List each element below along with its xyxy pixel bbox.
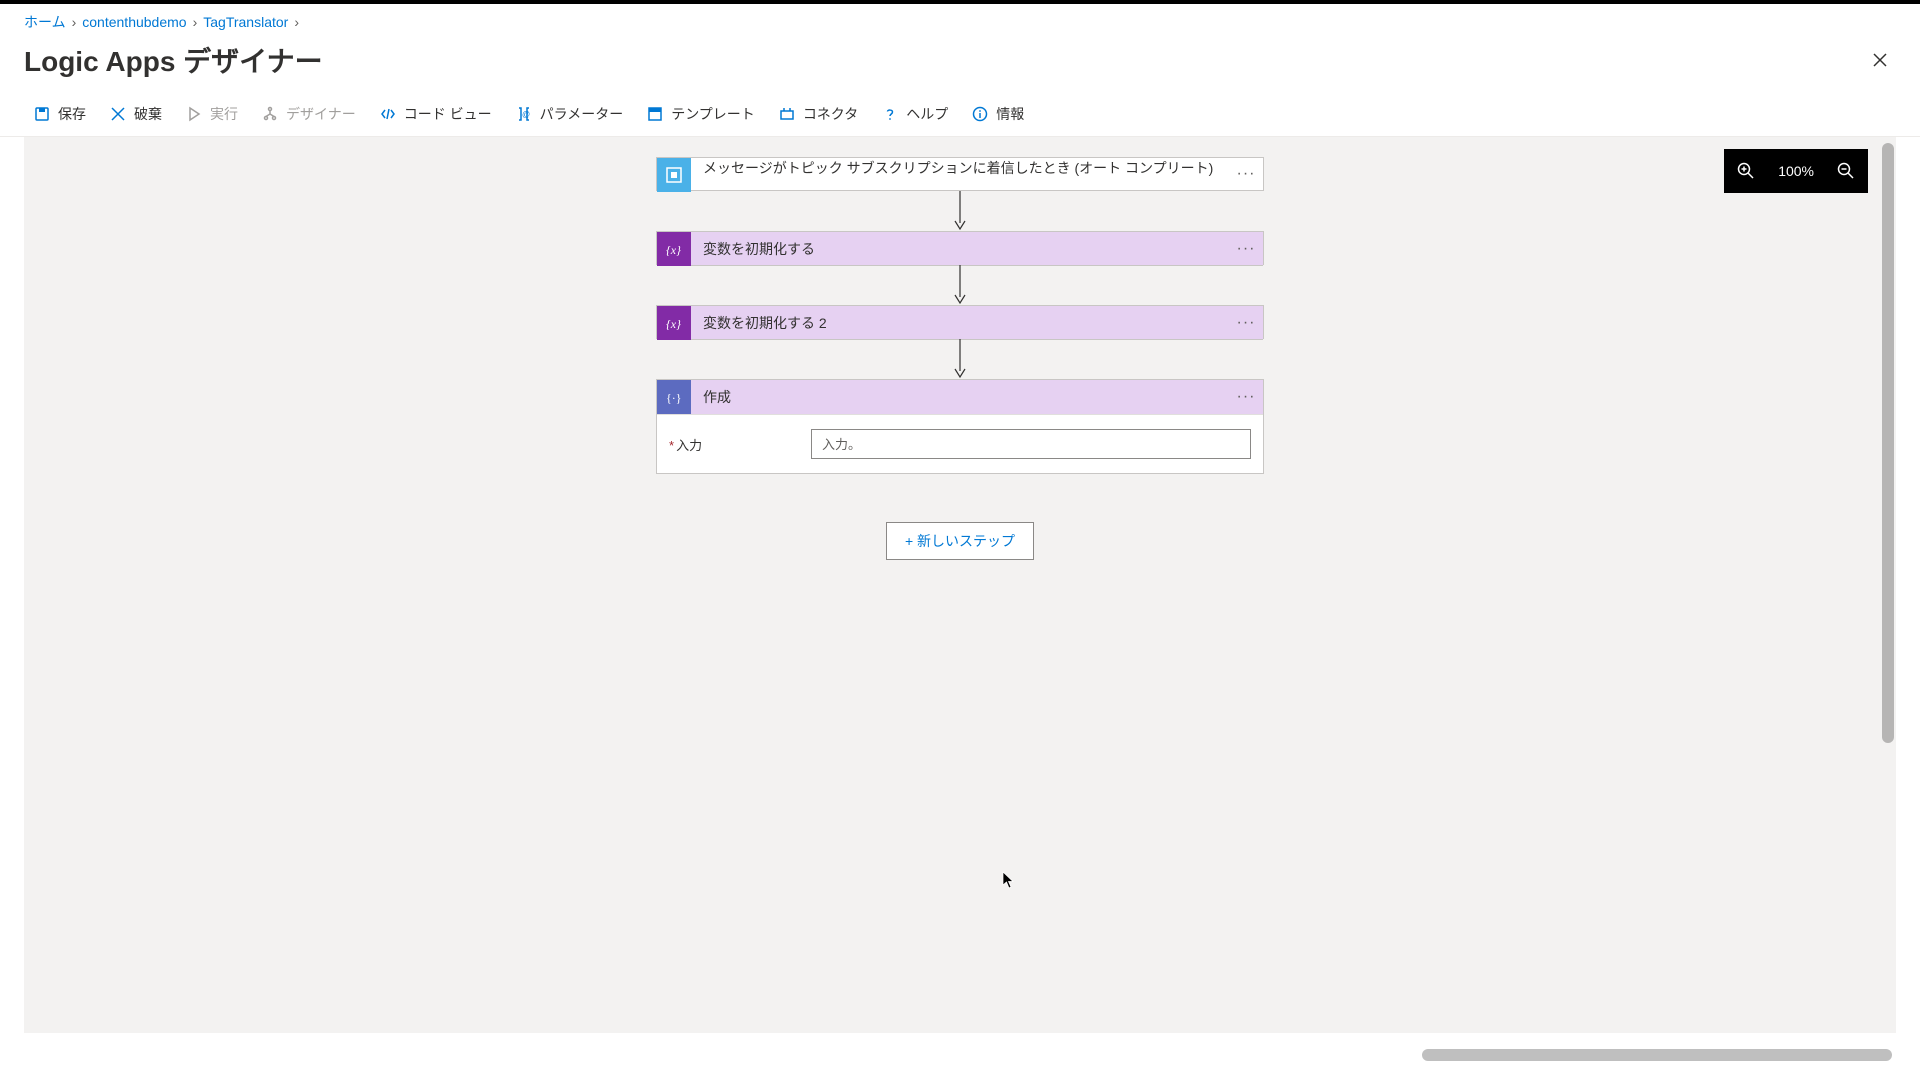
svg-text:{·}: {·}: [666, 391, 682, 405]
compose-icon: {·}: [657, 380, 691, 414]
trigger-title: メッセージがトピック サブスクリプションに着信したとき (オート コンプリート): [691, 158, 1229, 190]
code-view-label: コード ビュー: [404, 104, 492, 124]
horizontal-scrollbar[interactable]: [1422, 1049, 1892, 1061]
zoom-in-icon: [1737, 162, 1755, 180]
templates-button[interactable]: テンプレート: [637, 98, 765, 130]
workflow: メッセージがトピック サブスクリプションに着信したとき (オート コンプリート)…: [656, 157, 1264, 560]
designer-label: デザイナー: [286, 104, 356, 124]
connectors-icon: [779, 106, 795, 122]
zoom-in-button[interactable]: [1724, 149, 1768, 193]
info-button[interactable]: 情報: [962, 98, 1034, 130]
chevron-right-icon: ›: [193, 14, 198, 30]
designer-icon: [262, 106, 278, 122]
templates-label: テンプレート: [671, 104, 755, 124]
designer-button[interactable]: デザイナー: [252, 98, 366, 130]
toolbar: 保存 破棄 実行 デザイナー コード ビュー @ パラメーター テンプレート コ…: [0, 92, 1920, 137]
designer-canvas[interactable]: 100% メッセージがトピック サブスクリプションに着信したとき (オート コン…: [24, 137, 1896, 1033]
breadcrumb: ホーム › contenthubdemo › TagTranslator ›: [0, 4, 1920, 36]
breadcrumb-logic-app[interactable]: TagTranslator: [203, 14, 288, 30]
parameters-button[interactable]: @ パラメーター: [506, 98, 634, 130]
breadcrumb-home[interactable]: ホーム: [24, 12, 66, 32]
help-icon: [882, 106, 898, 122]
zoom-control: 100%: [1724, 149, 1868, 193]
zoom-out-icon: [1837, 162, 1855, 180]
connector-arrow[interactable]: [954, 265, 966, 305]
action-title: 変数を初期化する 2: [691, 313, 1229, 333]
parameters-icon: @: [516, 106, 532, 122]
input-label-text: 入力: [676, 438, 702, 453]
chevron-right-icon: ›: [72, 14, 77, 30]
connectors-button[interactable]: コネクタ: [769, 98, 868, 130]
canvas-wrap: 100% メッセージがトピック サブスクリプションに着信したとき (オート コン…: [24, 137, 1896, 1033]
action-title: 作成: [691, 387, 1229, 407]
action-card-initialize-variable-2[interactable]: {x} 変数を初期化する 2 ···: [656, 305, 1264, 339]
run-button[interactable]: 実行: [176, 98, 248, 130]
discard-button[interactable]: 破棄: [100, 98, 172, 130]
compose-body: *入力: [657, 415, 1263, 473]
connectors-label: コネクタ: [803, 104, 858, 124]
title-row: Logic Apps デザイナー: [0, 36, 1920, 92]
trigger-card[interactable]: メッセージがトピック サブスクリプションに着信したとき (オート コンプリート)…: [656, 157, 1264, 191]
card-menu-button[interactable]: ···: [1229, 240, 1263, 258]
svg-text:{x}: {x}: [666, 317, 681, 331]
code-view-button[interactable]: コード ビュー: [370, 98, 502, 130]
connector-arrow[interactable]: [954, 339, 966, 379]
action-card-compose[interactable]: {·} 作成 ··· *入力: [656, 379, 1264, 474]
discard-icon: [110, 106, 126, 122]
connector-arrow[interactable]: [954, 191, 966, 231]
action-card-initialize-variable[interactable]: {x} 変数を初期化する ···: [656, 231, 1264, 265]
save-button[interactable]: 保存: [24, 98, 96, 130]
zoom-out-button[interactable]: [1824, 149, 1868, 193]
chevron-right-icon: ›: [294, 14, 299, 30]
help-label: ヘルプ: [906, 104, 948, 124]
templates-icon: [647, 106, 663, 122]
help-button[interactable]: ヘルプ: [872, 98, 958, 130]
svg-text:@: @: [522, 110, 530, 119]
page-title: Logic Apps デザイナー: [24, 40, 323, 80]
field-label-inputs: *入力: [669, 435, 799, 454]
card-menu-button[interactable]: ···: [1229, 158, 1263, 190]
new-step-button[interactable]: + 新しいステップ: [886, 522, 1034, 560]
breadcrumb-resource-group[interactable]: contenthubdemo: [82, 14, 186, 30]
save-label: 保存: [58, 104, 86, 124]
card-menu-button[interactable]: ···: [1229, 388, 1263, 406]
discard-label: 破棄: [134, 104, 162, 124]
save-icon: [34, 106, 50, 122]
action-title: 変数を初期化する: [691, 239, 1229, 259]
card-menu-button[interactable]: ···: [1229, 314, 1263, 332]
variable-icon: {x}: [657, 232, 691, 266]
required-asterisk: *: [669, 438, 674, 453]
code-icon: [380, 106, 396, 122]
zoom-level: 100%: [1768, 163, 1824, 179]
variable-icon: {x}: [657, 306, 691, 340]
info-label: 情報: [996, 104, 1024, 124]
vertical-scrollbar[interactable]: [1882, 143, 1894, 743]
info-icon: [972, 106, 988, 122]
close-icon: [1872, 52, 1888, 68]
close-button[interactable]: [1864, 44, 1896, 76]
service-bus-icon: [657, 158, 691, 192]
run-label: 実行: [210, 104, 238, 124]
compose-input-field[interactable]: [811, 429, 1251, 459]
play-icon: [186, 106, 202, 122]
svg-text:{x}: {x}: [666, 243, 681, 257]
parameters-label: パラメーター: [540, 104, 624, 124]
mouse-cursor-icon: [1002, 871, 1016, 889]
